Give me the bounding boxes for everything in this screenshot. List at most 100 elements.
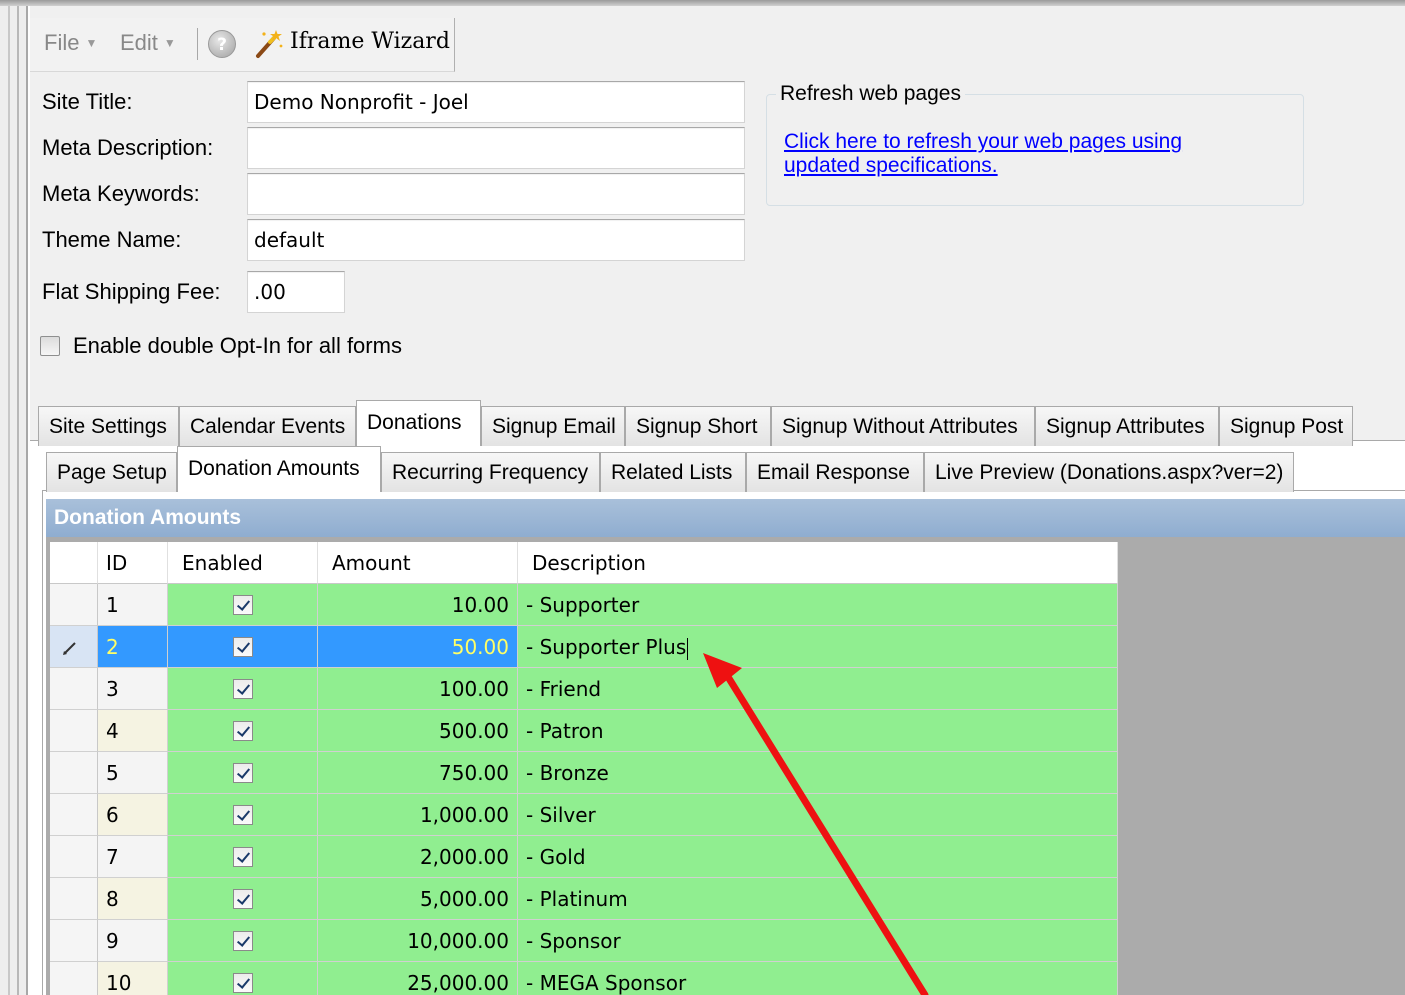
table-row-editing[interactable]: 2 50.00 - Supporter Plus [50, 626, 1118, 668]
enabled-checkbox[interactable] [232, 888, 253, 909]
tab-site-settings[interactable]: Site Settings [38, 406, 179, 446]
help-icon[interactable]: ? [208, 30, 236, 58]
description-cell[interactable]: - Friend [518, 668, 1118, 710]
enabled-checkbox[interactable] [232, 972, 253, 993]
enabled-checkbox[interactable] [232, 762, 253, 783]
tab-signup-email[interactable]: Signup Email [481, 406, 625, 446]
enabled-cell[interactable] [168, 752, 318, 794]
meta-description-field[interactable] [247, 127, 745, 169]
amount-cell[interactable]: 10.00 [318, 584, 518, 626]
id-cell[interactable]: 4 [98, 710, 168, 752]
double-optin-checkbox[interactable] [40, 336, 60, 356]
iframe-wizard-button[interactable]: Iframe Wizard [290, 29, 450, 54]
enabled-checkbox[interactable] [232, 594, 253, 615]
amount-cell[interactable]: 10,000.00 [318, 920, 518, 962]
edit-menu[interactable]: Edit ▼ [120, 30, 176, 56]
tab-recurring-frequency[interactable]: Recurring Frequency [381, 452, 600, 492]
theme-name-field[interactable]: default [247, 219, 745, 261]
row-selector[interactable] [50, 794, 98, 836]
enabled-checkbox[interactable] [232, 636, 253, 657]
enabled-cell[interactable] [168, 962, 318, 995]
row-selector[interactable] [50, 878, 98, 920]
row-selector[interactable] [50, 584, 98, 626]
enabled-checkbox[interactable] [232, 846, 253, 867]
tab-signup-short[interactable]: Signup Short [625, 406, 771, 446]
site-title-field[interactable]: Demo Nonprofit - Joel [247, 81, 745, 123]
description-cell[interactable]: - Supporter [518, 584, 1118, 626]
column-header-id[interactable]: ID [98, 542, 168, 584]
tab-live-preview[interactable]: Live Preview (Donations.aspx?ver=2) [924, 452, 1294, 492]
id-cell[interactable]: 8 [98, 878, 168, 920]
table-row[interactable]: 8 5,000.00 - Platinum [50, 878, 1118, 920]
description-cell[interactable]: - Platinum [518, 878, 1118, 920]
amount-cell[interactable]: 100.00 [318, 668, 518, 710]
description-cell-editing[interactable]: - Supporter Plus [518, 626, 1118, 668]
enabled-cell[interactable] [168, 626, 318, 668]
tab-signup-without-attributes[interactable]: Signup Without Attributes [771, 406, 1035, 446]
description-cell[interactable]: - Silver [518, 794, 1118, 836]
table-row[interactable]: 1 10.00 - Supporter [50, 584, 1118, 626]
description-cell[interactable]: - Bronze [518, 752, 1118, 794]
row-selector[interactable] [50, 920, 98, 962]
tab-related-lists[interactable]: Related Lists [600, 452, 746, 492]
amount-cell[interactable]: 5,000.00 [318, 878, 518, 920]
amount-cell[interactable]: 1,000.00 [318, 794, 518, 836]
amount-cell[interactable]: 750.00 [318, 752, 518, 794]
id-cell[interactable]: 7 [98, 836, 168, 878]
tab-calendar-events[interactable]: Calendar Events [179, 406, 356, 446]
id-cell[interactable]: 2 [98, 626, 168, 668]
id-cell[interactable]: 9 [98, 920, 168, 962]
tab-signup-post[interactable]: Signup Post [1219, 406, 1353, 446]
row-selector[interactable] [50, 752, 98, 794]
description-cell[interactable]: - Patron [518, 710, 1118, 752]
refresh-pages-link[interactable]: Click here to refresh your web pages usi… [784, 130, 1254, 178]
enabled-cell[interactable] [168, 836, 318, 878]
table-row[interactable]: 6 1,000.00 - Silver [50, 794, 1118, 836]
amount-cell[interactable]: 50.00 [318, 626, 518, 668]
enabled-checkbox[interactable] [232, 804, 253, 825]
tab-donation-amounts[interactable]: Donation Amounts [177, 446, 381, 492]
description-cell[interactable]: - MEGA Sponsor [518, 962, 1118, 995]
id-cell[interactable]: 5 [98, 752, 168, 794]
tab-donations[interactable]: Donations [356, 400, 481, 446]
description-cell[interactable]: - Sponsor [518, 920, 1118, 962]
row-selector[interactable] [50, 836, 98, 878]
enabled-checkbox[interactable] [232, 930, 253, 951]
id-cell[interactable]: 1 [98, 584, 168, 626]
enabled-cell[interactable] [168, 668, 318, 710]
flat-shipping-field[interactable]: .00 [247, 271, 345, 313]
enabled-checkbox[interactable] [232, 720, 253, 741]
column-header-amount[interactable]: Amount [318, 542, 518, 584]
row-selector[interactable] [50, 962, 98, 995]
enabled-checkbox[interactable] [232, 678, 253, 699]
description-edit-text[interactable]: - Supporter Plus [526, 635, 686, 659]
row-selector[interactable] [50, 626, 98, 668]
enabled-cell[interactable] [168, 794, 318, 836]
row-selector[interactable] [50, 668, 98, 710]
row-selector[interactable] [50, 710, 98, 752]
table-row[interactable]: 3 100.00 - Friend [50, 668, 1118, 710]
enabled-cell[interactable] [168, 878, 318, 920]
table-row[interactable]: 5 750.00 - Bronze [50, 752, 1118, 794]
column-header-enabled[interactable]: Enabled [168, 542, 318, 584]
column-header-description[interactable]: Description [518, 542, 1118, 584]
enabled-cell[interactable] [168, 584, 318, 626]
tab-signup-attributes[interactable]: Signup Attributes [1035, 406, 1219, 446]
amount-cell[interactable]: 25,000.00 [318, 962, 518, 995]
table-row[interactable]: 9 10,000.00 - Sponsor [50, 920, 1118, 962]
amount-cell[interactable]: 2,000.00 [318, 836, 518, 878]
enabled-cell[interactable] [168, 920, 318, 962]
file-menu[interactable]: File ▼ [44, 30, 97, 56]
id-cell[interactable]: 3 [98, 668, 168, 710]
tab-email-response[interactable]: Email Response [746, 452, 924, 492]
id-cell[interactable]: 6 [98, 794, 168, 836]
id-cell[interactable]: 10 [98, 962, 168, 995]
enabled-cell[interactable] [168, 710, 318, 752]
amount-cell[interactable]: 500.00 [318, 710, 518, 752]
meta-keywords-field[interactable] [247, 173, 745, 215]
tab-page-setup[interactable]: Page Setup [46, 452, 177, 492]
table-row[interactable]: 4 500.00 - Patron [50, 710, 1118, 752]
table-row[interactable]: 7 2,000.00 - Gold [50, 836, 1118, 878]
description-cell[interactable]: - Gold [518, 836, 1118, 878]
table-row[interactable]: 10 25,000.00 - MEGA Sponsor [50, 962, 1118, 995]
